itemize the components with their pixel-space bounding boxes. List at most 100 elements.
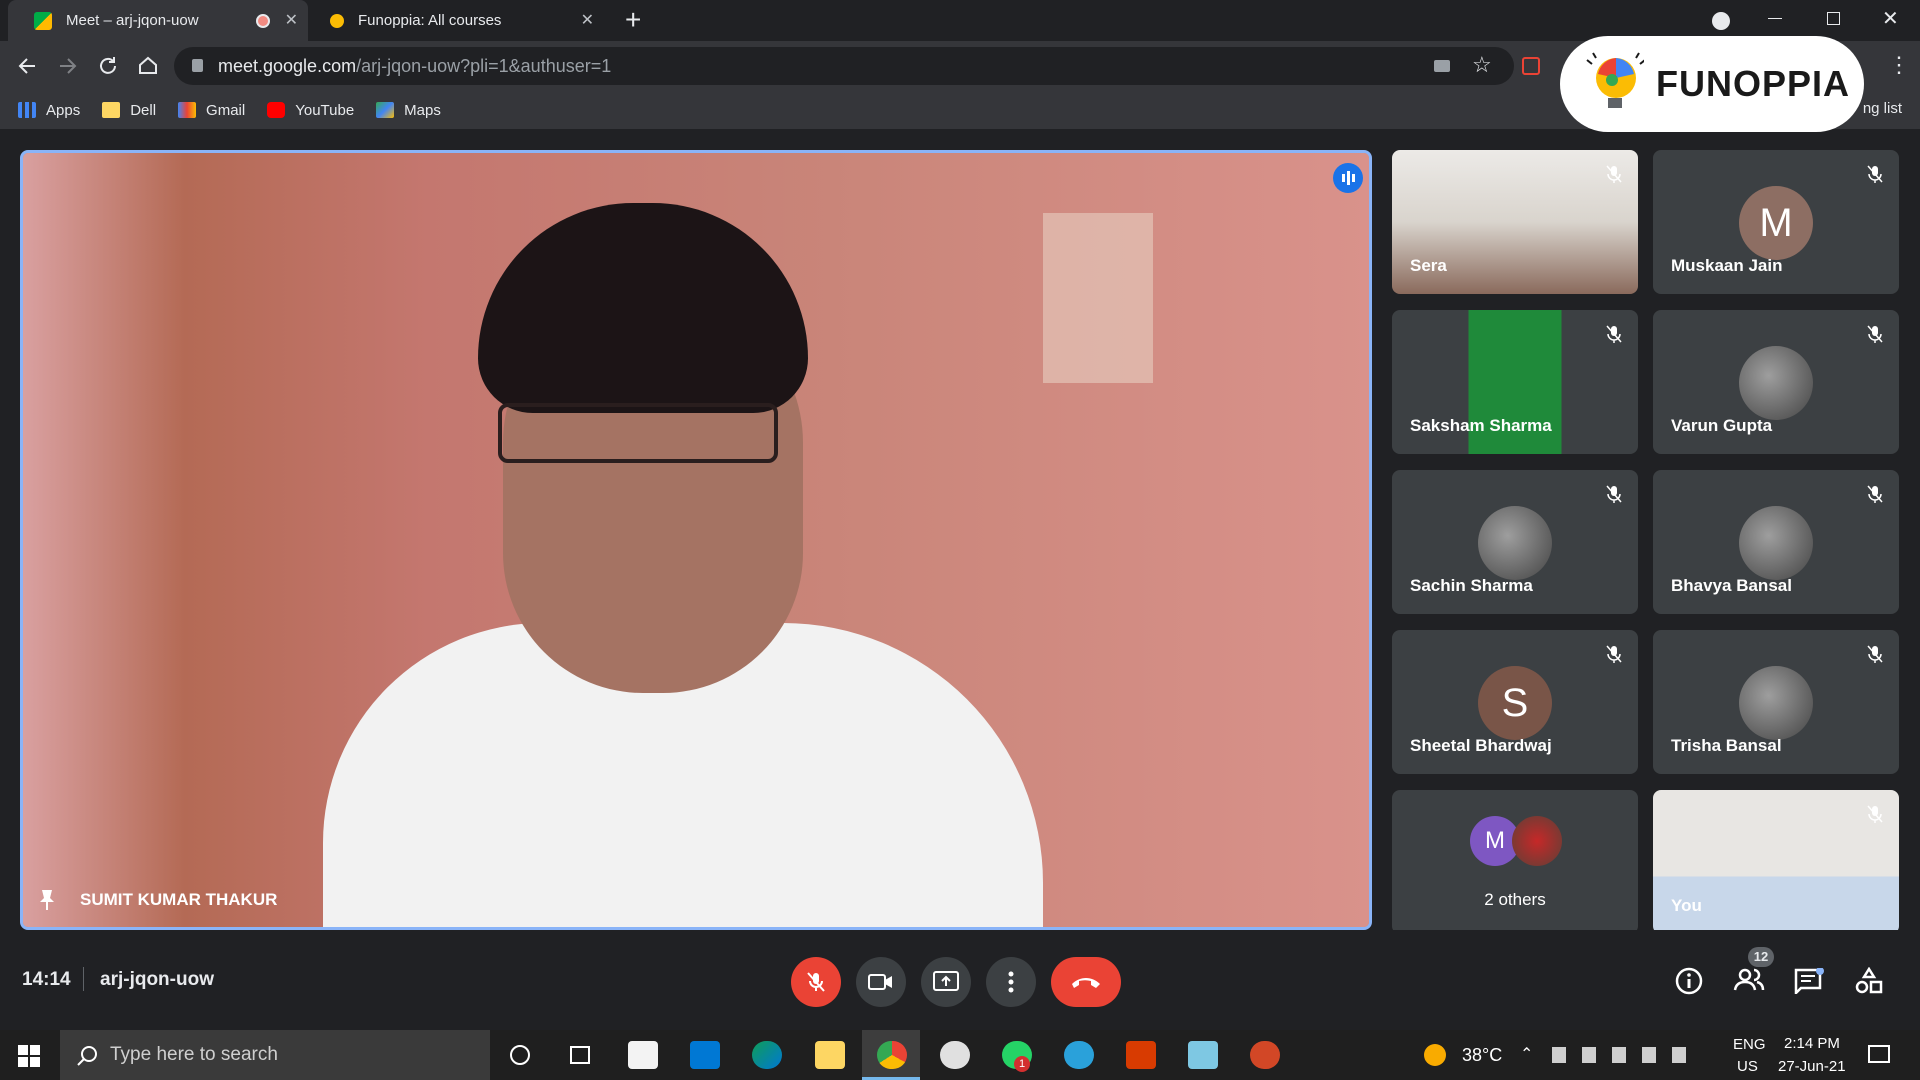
participant-tile[interactable]: Bhavya Bansal <box>1653 470 1899 614</box>
gmail-icon <box>178 102 197 118</box>
address-bar[interactable]: meet.google.com/arj-jqon-uow?pli=1&authu… <box>174 47 1514 85</box>
menu-kebab-icon[interactable]: ⋮ <box>1888 52 1910 78</box>
paint-icon[interactable] <box>940 1041 970 1069</box>
mail-icon[interactable] <box>690 1041 720 1069</box>
participant-name: You <box>1671 896 1702 915</box>
weather-icon[interactable] <box>1424 1044 1446 1066</box>
funoppia-favicon-icon <box>330 13 344 28</box>
presenter-name: SUMIT KUMAR THAKUR <box>80 890 278 909</box>
bookmark-youtube[interactable]: YouTube <box>267 102 354 119</box>
bookmark-dell[interactable]: Dell <box>102 102 156 119</box>
participant-name: Sheetal Bhardwaj <box>1410 736 1552 755</box>
back-icon[interactable] <box>16 55 38 77</box>
participant-tile[interactable]: You <box>1653 790 1899 934</box>
meeting-details-icon[interactable] <box>1675 967 1703 995</box>
close-window-button[interactable]: ✕ <box>1882 6 1899 31</box>
notepad-icon[interactable] <box>1188 1041 1218 1069</box>
chevron-up-icon[interactable]: ⌃ <box>1520 1044 1533 1064</box>
participant-tile[interactable]: Sachin Sharma <box>1392 470 1638 614</box>
cortana-icon[interactable] <box>510 1045 530 1065</box>
mic-muted-icon <box>1606 485 1622 503</box>
bookmark-star-icon[interactable]: ☆ <box>1472 52 1492 78</box>
language-eng[interactable]: ENG <box>1733 1036 1766 1053</box>
camera-indicator-icon[interactable] <box>1434 60 1450 72</box>
windows-start-icon[interactable] <box>18 1045 40 1067</box>
participant-name: 2 others <box>1484 890 1546 909</box>
reading-list[interactable]: ng list <box>1863 100 1902 117</box>
office-icon[interactable] <box>1126 1041 1156 1069</box>
new-tab-button[interactable]: + <box>625 4 641 36</box>
avatar: S <box>1478 666 1552 740</box>
participant-tile[interactable]: Trisha Bansal <box>1653 630 1899 774</box>
language-us[interactable]: US <box>1737 1058 1758 1075</box>
meeting-time: 14:14 <box>22 969 71 990</box>
chat-icon[interactable] <box>1794 968 1824 994</box>
participant-tile[interactable]: Saksham Sharma <box>1392 310 1638 454</box>
notifications-icon[interactable] <box>1868 1045 1890 1063</box>
reload-icon[interactable] <box>97 55 119 77</box>
close-tab-icon[interactable]: ✕ <box>581 10 594 30</box>
task-view-icon[interactable] <box>570 1046 590 1064</box>
file-explorer-icon[interactable] <box>815 1041 845 1069</box>
participant-tile[interactable]: S Sheetal Bhardwaj <box>1392 630 1638 774</box>
lock-icon[interactable] <box>192 59 203 72</box>
tab-funoppia[interactable]: Funoppia: All courses ✕ <box>312 0 604 41</box>
participant-tile[interactable]: M Muskaan Jain <box>1653 150 1899 294</box>
bookmark-gmail[interactable]: Gmail <box>178 102 245 119</box>
participant-name: Varun Gupta <box>1671 416 1773 435</box>
people-icon[interactable] <box>1733 968 1765 992</box>
forward-icon[interactable] <box>57 55 79 77</box>
meeting-code[interactable]: arj-jqon-uow <box>100 969 214 991</box>
recording-icon <box>256 14 270 28</box>
weather-temp[interactable]: 38°C <box>1462 1045 1502 1066</box>
present-screen-button[interactable] <box>921 957 971 1007</box>
tab-search-icon[interactable] <box>1712 12 1730 30</box>
minimize-button[interactable] <box>1768 18 1782 19</box>
more-options-button[interactable] <box>986 957 1036 1007</box>
participant-name: Saksham Sharma <box>1410 416 1552 435</box>
mic-off-button[interactable] <box>791 957 841 1007</box>
avatar: M <box>1739 186 1813 260</box>
bookmark-label: Maps <box>404 101 441 119</box>
close-tab-icon[interactable]: ✕ <box>285 10 298 30</box>
mic-muted-icon <box>1606 645 1622 663</box>
more-vert-icon <box>1008 971 1014 993</box>
powerpoint-icon[interactable] <box>1250 1041 1280 1069</box>
participant-tile[interactable]: Sera <box>1392 150 1638 294</box>
url-host: meet.google.com <box>218 55 357 76</box>
participant-tile[interactable]: M2 others <box>1392 790 1638 934</box>
participant-count-badge: 12 <box>1748 947 1774 967</box>
activities-icon[interactable] <box>1855 967 1883 995</box>
participant-name: Bhavya Bansal <box>1671 576 1792 595</box>
participant-name: Trisha Bansal <box>1671 736 1782 755</box>
home-icon[interactable] <box>137 54 159 76</box>
avatar-photo <box>1739 506 1813 580</box>
divider <box>83 967 84 991</box>
clock-time[interactable]: 2:14 PM <box>1784 1035 1840 1052</box>
tray-icons[interactable] <box>1552 1047 1702 1063</box>
leave-call-button[interactable] <box>1051 957 1121 1007</box>
clock-date[interactable]: 27-Jun-21 <box>1778 1058 1846 1075</box>
participant-tile[interactable]: Varun Gupta <box>1653 310 1899 454</box>
taskbar-search[interactable]: Type here to search <box>60 1030 490 1080</box>
tab-meet[interactable]: Meet – arj-jqon-uow ✕ <box>8 0 308 41</box>
main-video-tile[interactable]: SUMIT KUMAR THAKUR <box>20 150 1372 930</box>
mic-muted-icon <box>1867 485 1883 503</box>
hang-up-icon <box>1072 978 1100 988</box>
extension-icon[interactable] <box>1522 57 1540 75</box>
telegram-icon[interactable] <box>1064 1041 1094 1069</box>
bookmark-apps[interactable]: Apps <box>18 102 80 119</box>
restore-button[interactable] <box>1827 12 1840 25</box>
camera-button[interactable] <box>856 957 906 1007</box>
avatar-photo <box>1478 506 1552 580</box>
avatar-photo <box>1512 816 1562 866</box>
edge-icon[interactable] <box>752 1041 782 1069</box>
present-screen-icon <box>933 971 959 991</box>
chrome-icon[interactable] <box>877 1041 907 1069</box>
bookmark-maps[interactable]: Maps <box>376 102 441 119</box>
participant-name: Sachin Sharma <box>1410 576 1533 595</box>
youtube-icon <box>267 102 286 118</box>
store-icon[interactable] <box>628 1041 658 1069</box>
whatsapp-badge: 1 <box>1014 1056 1030 1072</box>
pin-icon[interactable] <box>37 888 57 912</box>
